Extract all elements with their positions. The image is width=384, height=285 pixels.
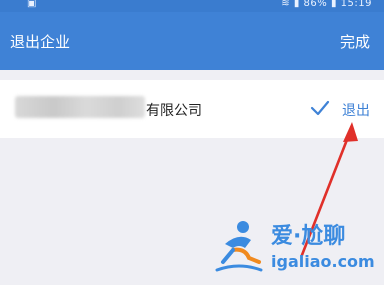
watermark-url: igaliao.com xyxy=(271,252,375,271)
watermark: 爱·尬聊 igaliao.com xyxy=(215,218,375,278)
runner-logo-icon xyxy=(215,221,263,272)
watermark-brand: 爱·尬聊 xyxy=(271,224,346,249)
